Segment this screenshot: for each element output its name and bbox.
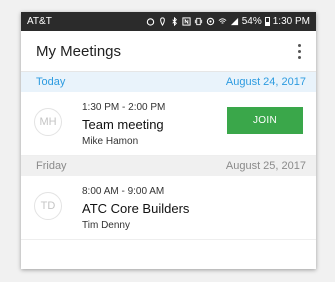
meeting-organizer: Mike Hamon xyxy=(82,136,139,147)
signal-icon xyxy=(230,17,238,26)
avatar: TD xyxy=(34,192,62,220)
bluetooth-icon xyxy=(172,17,177,26)
section-date: August 25, 2017 xyxy=(225,160,306,172)
meeting-details: 1:30 PM - 2:00 PM Team meeting Mike Hamo… xyxy=(82,101,165,148)
app-bar: My Meetings xyxy=(21,31,316,72)
clock: 1:30 PM xyxy=(272,16,310,27)
meeting-time: 1:30 PM - 2:00 PM xyxy=(82,102,166,113)
status-bar: AT&T 54% 1:30 PM xyxy=(21,12,316,31)
location-icon xyxy=(159,17,165,26)
page-title: My Meetings xyxy=(36,42,122,60)
status-icons: 54% 1:30 PM xyxy=(146,16,310,27)
meeting-time: 8:00 AM - 9:00 AM xyxy=(82,186,165,197)
meeting-title: Team meeting xyxy=(82,117,164,132)
battery-icon xyxy=(264,17,270,26)
alarm-icon xyxy=(146,18,154,26)
meeting-item[interactable]: MH 1:30 PM - 2:00 PM Team meeting Mike H… xyxy=(21,92,316,156)
overflow-menu-icon[interactable] xyxy=(292,41,306,61)
section-header-friday: Friday August 25, 2017 xyxy=(21,156,316,176)
meeting-details: 8:00 AM - 9:00 AM ATC Core Builders Tim … xyxy=(82,185,189,232)
join-button[interactable]: JOIN xyxy=(227,107,303,134)
avatar: MH xyxy=(34,108,62,136)
section-date: August 24, 2017 xyxy=(225,76,306,88)
data-saver-icon xyxy=(206,17,214,26)
section-header-today: Today August 24, 2017 xyxy=(21,72,316,92)
vibrate-icon xyxy=(194,17,202,26)
battery-percent: 54% xyxy=(241,16,262,27)
section-label: Friday xyxy=(36,160,67,172)
phone-screen: AT&T 54% 1:30 PM My Meetings Today Augus… xyxy=(21,12,316,269)
section-label: Today xyxy=(36,76,66,88)
nfc-icon xyxy=(182,17,191,26)
carrier-label: AT&T xyxy=(27,16,52,27)
meeting-title: ATC Core Builders xyxy=(82,201,190,216)
wifi-icon xyxy=(218,18,227,24)
meeting-organizer: Tim Denny xyxy=(82,220,130,231)
meeting-item[interactable]: TD 8:00 AM - 9:00 AM ATC Core Builders T… xyxy=(21,176,316,240)
